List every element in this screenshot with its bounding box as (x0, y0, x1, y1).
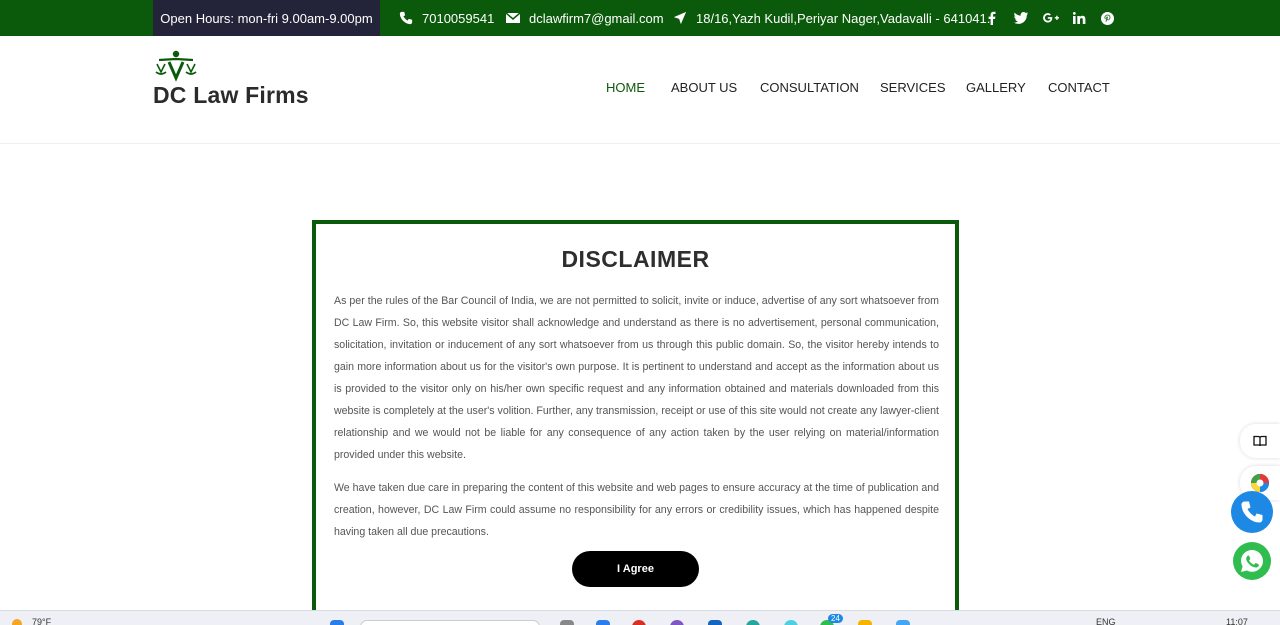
brand-name[interactable]: DC Law Firms (153, 82, 309, 109)
nav-services[interactable]: SERVICES (880, 80, 946, 95)
top-bar: Open Hours: mon-fri 9.00am-9.00pm 701005… (0, 0, 1280, 36)
phone-icon (1241, 501, 1263, 523)
weather-temp: 79°F (32, 617, 52, 625)
envelope-icon (505, 12, 521, 23)
taskbar-app-icon[interactable] (560, 620, 574, 625)
phone-icon (399, 11, 413, 25)
address-contact: 18/16,Yazh Kudil,Periyar Nager,Vadavalli… (672, 0, 990, 36)
nav-consultation[interactable]: CONSULTATION (760, 80, 859, 95)
phone-number: 7010059541 (422, 10, 495, 26)
logo-scales-icon[interactable] (155, 50, 199, 82)
taskbar-search-box[interactable] (360, 620, 540, 625)
whatsapp-icon (1241, 550, 1263, 572)
pinterest-icon[interactable] (1097, 0, 1117, 36)
nav-home[interactable]: HOME (606, 80, 645, 95)
taskbar-app-icon[interactable] (670, 620, 684, 625)
email-address: dclawfirm7@gmail.com (529, 10, 664, 26)
phone-contact[interactable]: 7010059541 (398, 0, 494, 36)
clock-time[interactable]: 11:07 (1226, 617, 1248, 625)
google-plus-icon[interactable] (1040, 0, 1062, 36)
weather-sun-icon (12, 619, 22, 625)
book-icon (1253, 435, 1267, 447)
facebook-icon[interactable] (982, 0, 1002, 36)
nav-contact[interactable]: CONTACT (1048, 80, 1110, 95)
whatsapp-button[interactable] (1233, 542, 1271, 580)
taskbar-app-icon[interactable] (708, 620, 722, 625)
color-wheel-icon (1251, 474, 1269, 492)
taskbar-app-icon[interactable] (596, 620, 610, 625)
taskbar-app-icon[interactable] (784, 620, 798, 625)
taskbar-app-icon[interactable] (632, 620, 646, 625)
agree-button[interactable]: I Agree (572, 551, 699, 587)
open-hours: Open Hours: mon-fri 9.00am-9.00pm (153, 0, 380, 36)
linkedin-icon[interactable] (1069, 0, 1089, 36)
call-button[interactable] (1231, 491, 1273, 533)
disclaimer-title: DISCLAIMER (561, 246, 710, 272)
twitter-icon[interactable] (1011, 0, 1031, 36)
location-arrow-icon (673, 11, 687, 25)
windows-start-icon[interactable] (330, 620, 344, 625)
disclaimer-modal: DISCLAIMER As per the rules of the Bar C… (312, 220, 959, 615)
taskbar-app-icon[interactable] (746, 620, 760, 625)
email-contact[interactable]: dclawfirm7@gmail.com (505, 0, 664, 36)
nav-gallery[interactable]: GALLERY (966, 80, 1026, 95)
os-taskbar: 79°F 24 ENG 11:07 (0, 610, 1280, 625)
disclaimer-paragraph-2: We have taken due care in preparing the … (334, 482, 939, 538)
taskbar-app-icon[interactable] (896, 620, 910, 625)
nav-about-us[interactable]: ABOUT US (671, 80, 737, 95)
taskbar-folder-icon[interactable] (858, 620, 872, 625)
address-text: 18/16,Yazh Kudil,Periyar Nager,Vadavalli… (696, 10, 991, 26)
language-indicator[interactable]: ENG (1096, 617, 1116, 625)
notification-badge: 24 (828, 614, 843, 623)
reader-widget[interactable] (1240, 424, 1280, 458)
disclaimer-paragraph-1: As per the rules of the Bar Council of I… (334, 295, 939, 461)
